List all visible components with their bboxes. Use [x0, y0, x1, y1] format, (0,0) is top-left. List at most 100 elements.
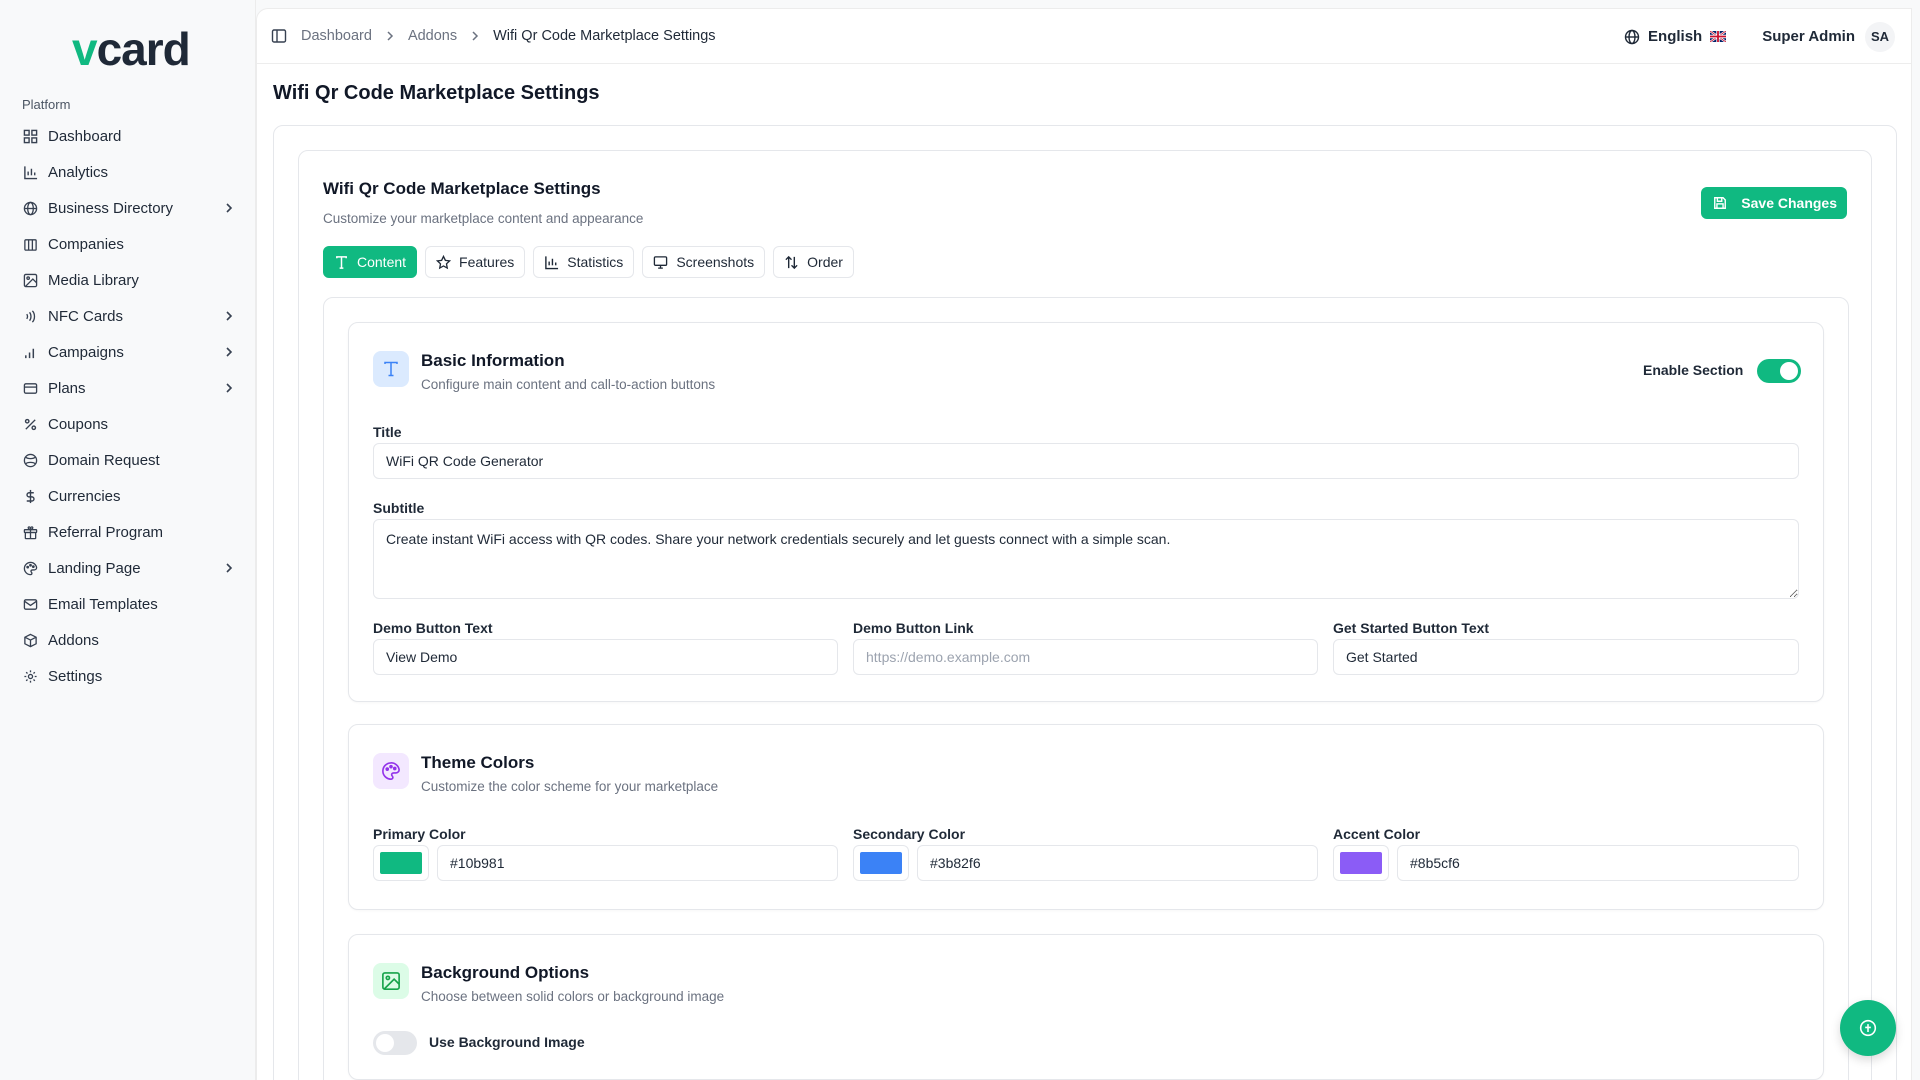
use-background-image-label: Use Background Image	[429, 1034, 585, 1050]
palette-icon	[373, 753, 409, 789]
topbar-actions: English Super Admin SA	[1624, 9, 1895, 64]
star-icon	[436, 254, 452, 270]
sidebar-item-label: Analytics	[48, 163, 109, 181]
breadcrumb: Dashboard Addons Wifi Qr Code Marketplac…	[271, 28, 716, 44]
tab-label: Statistics	[567, 254, 624, 270]
sidebar-item-label: NFC Cards	[48, 307, 124, 325]
sidebar-item-analytics[interactable]: Analytics	[12, 154, 244, 190]
support-icon	[1859, 1019, 1877, 1037]
save-changes-label: Save Changes	[1741, 195, 1837, 211]
use-background-image-toggle[interactable]	[373, 1031, 417, 1055]
accent-color-input[interactable]	[1397, 845, 1799, 881]
save-changes-button[interactable]: Save Changes	[1701, 187, 1847, 219]
tab-statistics[interactable]: Statistics	[533, 246, 635, 278]
basic-information-section: Basic Information Configure main content…	[348, 322, 1824, 702]
percent-icon	[22, 416, 38, 432]
section-subtitle: Customize the color scheme for your mark…	[421, 779, 719, 794]
breadcrumb-dashboard[interactable]: Dashboard	[301, 28, 372, 44]
sidebar-item-domain-request[interactable]: Domain Request	[12, 442, 244, 478]
gift-icon	[22, 524, 38, 540]
monitor-icon	[653, 255, 668, 270]
secondary-color-input[interactable]	[917, 845, 1318, 881]
mail-icon	[22, 596, 38, 612]
dollar-icon	[22, 488, 38, 504]
tab-features[interactable]: Features	[425, 246, 526, 278]
sidebar-item-media-library[interactable]: Media Library	[12, 262, 244, 298]
accent-color-picker[interactable]	[1333, 845, 1389, 881]
logo-v: v	[72, 23, 98, 75]
bar-chart-icon	[544, 255, 559, 270]
tab-label: Content	[357, 254, 407, 270]
chevron-right-icon	[222, 381, 236, 395]
primary-color-input[interactable]	[437, 845, 838, 881]
sidebar-item-label: Companies	[48, 235, 124, 253]
gear-icon	[22, 668, 38, 684]
primary-color-picker[interactable]	[373, 845, 429, 881]
demo-button-link-input[interactable]	[853, 639, 1318, 675]
sidebar-toggle-icon[interactable]	[271, 28, 287, 44]
app-logo[interactable]: vcard	[72, 22, 191, 75]
sidebar-item-companies[interactable]: Companies	[12, 226, 244, 262]
sidebar-item-label: Landing Page	[48, 559, 141, 577]
type-icon	[334, 255, 349, 270]
globe-icon	[22, 200, 38, 216]
sidebar-item-label: Media Library	[48, 271, 139, 289]
get-started-button-text-input[interactable]	[1333, 639, 1799, 675]
chevron-right-icon	[384, 30, 396, 42]
background-options-section: Background Options Choose between solid …	[348, 934, 1824, 1080]
grid-icon	[22, 128, 38, 144]
sidebar-item-nfc-cards[interactable]: NFC Cards	[12, 298, 244, 334]
subtitle-textarea[interactable]: Create instant WiFi access with QR codes…	[373, 519, 1799, 599]
chevron-right-icon	[222, 201, 236, 215]
package-icon	[22, 632, 38, 648]
save-icon	[1713, 196, 1727, 210]
bar-chart-icon	[22, 164, 38, 180]
language-switcher[interactable]: English	[1624, 28, 1727, 45]
tab-content[interactable]: Content	[323, 246, 418, 278]
primary-color-label: Primary Color	[373, 826, 466, 842]
sidebar-item-landing-page[interactable]: Landing Page	[12, 550, 244, 586]
sidebar-item-currencies[interactable]: Currencies	[12, 478, 244, 514]
demo-button-text-input[interactable]	[373, 639, 838, 675]
credit-card-icon	[22, 380, 38, 396]
tab-order[interactable]: Order	[773, 246, 854, 278]
breadcrumb-current: Wifi Qr Code Marketplace Settings	[493, 28, 716, 44]
uk-flag-icon	[1710, 31, 1727, 42]
enable-section-toggle[interactable]	[1757, 359, 1801, 383]
sidebar-item-label: Referral Program	[48, 523, 164, 541]
section-title: Basic Information	[421, 351, 565, 370]
secondary-color-picker[interactable]	[853, 845, 909, 881]
theme-colors-section: Theme Colors Customize the color scheme …	[348, 724, 1824, 910]
title-input[interactable]	[373, 443, 1799, 479]
sidebar-item-label: Business Directory	[48, 199, 174, 217]
chevron-right-icon	[469, 30, 481, 42]
subtitle-label: Subtitle	[373, 500, 425, 516]
sidebar-item-business-directory[interactable]: Business Directory	[12, 190, 244, 226]
tab-list: Content Features Statistics Screenshots …	[323, 246, 862, 278]
sidebar-item-dashboard[interactable]: Dashboard	[12, 118, 244, 154]
floating-action-button[interactable]	[1840, 1000, 1896, 1056]
sidebar-item-settings[interactable]: Settings	[12, 658, 244, 694]
globe-icon	[1624, 29, 1640, 45]
title-label: Title	[373, 424, 402, 440]
sidebar-item-coupons[interactable]: Coupons	[12, 406, 244, 442]
sidebar-item-campaigns[interactable]: Campaigns	[12, 334, 244, 370]
image-icon	[373, 963, 409, 999]
sidebar-item-email-templates[interactable]: Email Templates	[12, 586, 244, 622]
sidebar-item-label: Settings	[48, 667, 103, 685]
sidebar-item-referral-program[interactable]: Referral Program	[12, 514, 244, 550]
user-menu[interactable]: Super Admin SA	[1762, 21, 1895, 52]
user-name: Super Admin	[1762, 28, 1855, 45]
sidebar-nav: Dashboard Analytics Business Directory C…	[12, 118, 244, 694]
tab-screenshots[interactable]: Screenshots	[642, 246, 766, 278]
chevron-right-icon	[222, 345, 236, 359]
secondary-color-swatch	[860, 852, 902, 874]
domain-icon	[22, 452, 38, 468]
sidebar-item-addons[interactable]: Addons	[12, 622, 244, 658]
section-subtitle: Choose between solid colors or backgroun…	[421, 989, 725, 1004]
sidebar-item-plans[interactable]: Plans	[12, 370, 244, 406]
accent-color-swatch	[1340, 852, 1382, 874]
breadcrumb-addons[interactable]: Addons	[408, 28, 457, 44]
sidebar-item-label: Currencies	[48, 487, 121, 505]
secondary-color-label: Secondary Color	[853, 826, 966, 842]
